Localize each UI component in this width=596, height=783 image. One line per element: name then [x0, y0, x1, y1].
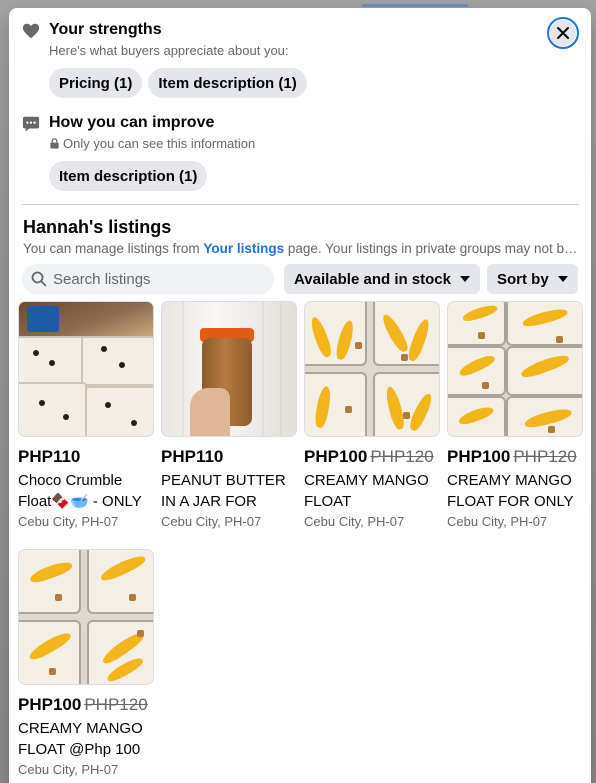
- listing-title: CREAMY MANGO FLOAT: [304, 472, 429, 510]
- listings-title: Hannah's listings: [23, 217, 172, 237]
- listing-photo-choco-crumble: [18, 301, 154, 437]
- listing-current-price: PHP110: [18, 447, 81, 466]
- strengths-title: Your strengths: [49, 21, 162, 38]
- search-listings-box[interactable]: [22, 264, 274, 294]
- listing-original-price: PHP120: [513, 447, 577, 466]
- listing-card[interactable]: PHP100 PHP120 CREAMY MANGO FLOAT FOR ONLY…: [447, 301, 583, 529]
- listing-price: PHP100 PHP120: [304, 447, 440, 467]
- strength-pill-item-description[interactable]: Item description (1): [148, 68, 307, 98]
- listing-title: PEANUT BUTTER IN A JAR FOR ONLY PHP110: [161, 472, 286, 510]
- strengths-section: Your strengths Here's what buyers apprec…: [22, 19, 579, 98]
- listings-subtitle: You can manage listings from Your listin…: [23, 241, 579, 256]
- listing-location: Cebu City, PH-07: [18, 514, 119, 529]
- improve-subtitle-row: Only you can see this information: [49, 135, 255, 153]
- availability-filter-label: Available and in stock: [294, 270, 451, 288]
- listing-current-price: PHP100: [304, 447, 368, 466]
- listing-location: Cebu City, PH-07: [18, 762, 119, 777]
- listings-subtitle-prefix: You can manage listings from: [23, 241, 204, 256]
- section-divider: [22, 204, 579, 205]
- heart-icon: [22, 23, 40, 39]
- listing-price: PHP110: [161, 447, 297, 467]
- listing-photo-mango-float: [304, 301, 440, 437]
- your-listings-link[interactable]: Your listings: [203, 241, 284, 256]
- listing-title: Choco Crumble Float🍫🥣 - ONLY PHP110: [18, 472, 142, 510]
- listing-current-price: PHP100: [18, 695, 82, 714]
- sort-by-label: Sort by: [497, 270, 549, 288]
- backdrop-tab-indicator: [362, 4, 468, 7]
- listing-location: Cebu City, PH-07: [161, 514, 262, 529]
- improve-title: How you can improve: [49, 114, 215, 131]
- listing-current-price: PHP100: [447, 447, 511, 466]
- search-icon: [31, 271, 47, 287]
- listings-subtitle-suffix: page. Your listings in private groups ma…: [287, 241, 579, 256]
- strengths-subtitle: Here's what buyers appreciate about you:: [49, 43, 289, 58]
- speech-bubble-icon: [22, 116, 40, 132]
- improve-pill-item-description[interactable]: Item description (1): [49, 161, 208, 191]
- listing-location: Cebu City, PH-07: [447, 514, 548, 529]
- listing-photo-mango-float: [447, 301, 583, 437]
- seller-insights-dialog: Your strengths Here's what buyers apprec…: [9, 8, 591, 783]
- listing-price: PHP100 PHP120: [447, 447, 583, 467]
- listing-original-price: PHP120: [370, 447, 434, 466]
- listing-original-price: PHP120: [84, 695, 148, 714]
- listing-photo-mango-float: [18, 549, 154, 685]
- listing-title: CREAMY MANGO FLOAT FOR ONLY PHP100: [447, 472, 574, 510]
- listing-price: PHP110: [18, 447, 154, 467]
- caret-down-icon: [557, 276, 568, 282]
- improve-section: How you can improve Only you can see thi…: [22, 112, 579, 191]
- listing-card[interactable]: PHP110 PEANUT BUTTER IN A JAR FOR ONLY P…: [161, 301, 297, 529]
- listing-card[interactable]: PHP110 Choco Crumble Float🍫🥣 - ONLY PHP1…: [18, 301, 154, 529]
- listing-price: PHP100 PHP120: [18, 695, 154, 715]
- lock-icon: [50, 138, 59, 149]
- listing-card[interactable]: PHP100 PHP120 CREAMY MANGO FLOAT Cebu Cit…: [304, 301, 440, 529]
- listing-photo-peanut-butter: [161, 301, 297, 437]
- listing-current-price: PHP110: [161, 447, 224, 466]
- search-input[interactable]: [53, 270, 253, 288]
- sort-by-dropdown[interactable]: Sort by: [487, 264, 578, 294]
- listing-card[interactable]: PHP100 PHP120 CREAMY MANGO FLOAT @Php 100…: [18, 549, 154, 777]
- improve-subtitle: Only you can see this information: [63, 136, 256, 151]
- strength-pill-pricing[interactable]: Pricing (1): [49, 68, 143, 98]
- caret-down-icon: [460, 276, 470, 282]
- listing-location: Cebu City, PH-07: [304, 514, 405, 529]
- listing-title: CREAMY MANGO FLOAT @Php 100 only: [18, 720, 143, 758]
- availability-filter-dropdown[interactable]: Available and in stock: [284, 264, 480, 294]
